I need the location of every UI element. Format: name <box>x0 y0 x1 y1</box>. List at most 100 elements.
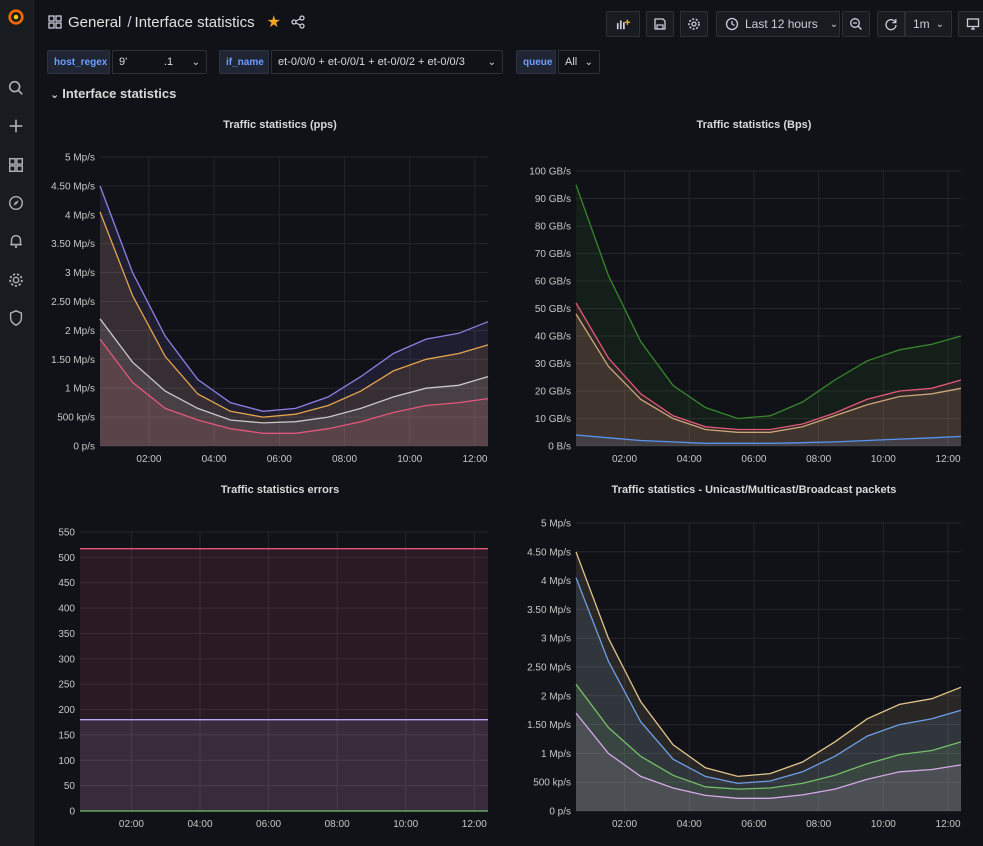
y-tick-label: 0 <box>69 807 75 818</box>
grafana-logo-icon[interactable] <box>5 6 27 28</box>
variable-select-if-name[interactable]: et-0/0/0 + et-0/0/1 + et-0/0/2 + et-0/0/… <box>271 50 503 74</box>
chart-bps[interactable]: 0 B/s 10 GB/s 20 GB/s 30 GB/s 40 GB/s 50 GB/s… <box>510 140 980 470</box>
y-tick-label: 2.50 Mp/s <box>527 663 571 674</box>
y-tick-label: 3 Mp/s <box>65 268 95 279</box>
y-tick-label: 1 Mp/s <box>65 384 95 395</box>
y-tick-label: 5 Mp/s <box>65 153 95 164</box>
add-panel-icon <box>616 19 630 30</box>
row-header[interactable]: ⌄ Interface statistics <box>50 86 176 101</box>
panel-title-bps[interactable]: Traffic statistics (Bps) <box>516 119 983 131</box>
y-tick-label: 4.50 Mp/s <box>527 547 571 558</box>
y-tick-label: 4.50 Mp/s <box>51 181 95 192</box>
y-tick-label: 60 GB/s <box>535 277 571 288</box>
y-tick-label: 40 GB/s <box>535 332 571 343</box>
chart-pps[interactable]: 0 p/s 500 kp/s 1 Mp/s 1.50 Mp/s 2 Mp/s 2.50 M… <box>36 140 496 470</box>
x-tick-label: 06:00 <box>741 454 766 465</box>
y-tick-label: 100 <box>58 756 75 767</box>
variable-label-if-name: if_name <box>219 50 269 74</box>
chevron-down-icon: ⌄ <box>829 18 839 30</box>
chevron-down-icon: ⌄ <box>584 56 593 68</box>
shield-icon[interactable] <box>5 307 27 329</box>
panel-title-errors[interactable]: Traffic statistics errors <box>34 484 526 496</box>
chevron-down-icon: ⌄ <box>935 18 945 30</box>
top-nav-bar: General / Interface statistics ★ Last 12… <box>34 0 983 48</box>
y-tick-label: 70 GB/s <box>535 249 571 260</box>
refresh-button[interactable] <box>877 11 905 37</box>
y-tick-label: 450 <box>58 578 75 589</box>
y-tick-label: 20 GB/s <box>535 387 571 398</box>
time-range-picker[interactable]: Last 12 hours ⌄ <box>716 11 840 37</box>
y-tick-label: 4 Mp/s <box>541 576 571 587</box>
save-icon <box>654 18 666 30</box>
y-tick-label: 1 Mp/s <box>541 749 571 760</box>
y-tick-label: 4 Mp/s <box>65 210 95 221</box>
settings-gear-icon[interactable] <box>5 269 27 291</box>
panel-title-packets[interactable]: Traffic statistics - Unicast/Multicast/B… <box>516 484 983 496</box>
y-tick-label: 250 <box>58 680 75 691</box>
y-tick-label: 2.50 Mp/s <box>51 297 95 308</box>
variable-value-host-regex: 9' .1 <box>119 56 174 68</box>
search-icon[interactable] <box>5 77 27 99</box>
x-tick-label: 06:00 <box>267 454 292 465</box>
x-tick-label: 12:00 <box>936 819 961 830</box>
y-tick-label: 0 p/s <box>549 807 571 818</box>
share-icon[interactable] <box>291 15 305 29</box>
y-tick-label: 400 <box>58 604 75 615</box>
clock-icon <box>725 17 739 31</box>
y-tick-label: 100 GB/s <box>529 167 571 178</box>
x-tick-label: 12:00 <box>462 819 487 830</box>
x-tick-label: 04:00 <box>187 819 212 830</box>
variable-select-host-regex[interactable]: 9' .1 ⌄ <box>112 50 207 74</box>
zoom-out-button[interactable] <box>842 11 870 37</box>
y-tick-label: 300 <box>58 654 75 665</box>
chart-packets[interactable]: 0 p/s 500 kp/s 1 Mp/s 1.50 Mp/s 2 Mp/s 2.50 M… <box>510 505 980 840</box>
dashboard-grid-icon <box>48 15 62 29</box>
x-tick-label: 10:00 <box>393 819 418 830</box>
star-icon[interactable]: ★ <box>267 12 281 32</box>
explore-icon[interactable] <box>5 192 27 214</box>
plus-icon[interactable] <box>5 115 27 137</box>
row-title: Interface statistics <box>62 86 177 101</box>
variable-value-queue: All <box>565 56 578 68</box>
sidebar <box>0 0 34 846</box>
variable-value-if-name: et-0/0/0 + et-0/0/1 + et-0/0/2 + et-0/0/… <box>278 56 465 68</box>
add-panel-button[interactable] <box>606 11 640 37</box>
dashboards-icon[interactable] <box>5 154 27 176</box>
x-tick-label: 08:00 <box>325 819 350 830</box>
y-tick-label: 50 GB/s <box>535 304 571 315</box>
x-tick-label: 06:00 <box>741 819 766 830</box>
page-title[interactable]: Interface statistics <box>135 14 255 31</box>
y-tick-label: 3.50 Mp/s <box>527 605 571 616</box>
variable-label-queue: queue <box>516 50 556 74</box>
chevron-down-icon: ⌄ <box>191 56 200 68</box>
variable-select-queue[interactable]: All ⌄ <box>558 50 600 74</box>
series-area <box>80 719 488 811</box>
save-dashboard-button[interactable] <box>646 11 674 37</box>
x-tick-label: 08:00 <box>332 454 357 465</box>
x-tick-label: 02:00 <box>136 454 161 465</box>
refresh-interval-picker[interactable]: 1m ⌄ <box>905 11 952 37</box>
breadcrumb: General / Interface statistics ★ <box>48 12 305 32</box>
y-tick-label: 550 <box>58 528 75 539</box>
y-tick-label: 200 <box>58 705 75 716</box>
y-tick-label: 1.50 Mp/s <box>527 720 571 731</box>
x-tick-label: 12:00 <box>936 454 961 465</box>
x-tick-label: 08:00 <box>806 454 831 465</box>
time-range-label: Last 12 hours <box>745 17 818 31</box>
y-tick-label: 3 Mp/s <box>541 634 571 645</box>
y-tick-label: 3.50 Mp/s <box>51 239 95 250</box>
y-tick-label: 90 GB/s <box>535 194 571 205</box>
breadcrumb-folder[interactable]: General <box>68 14 121 31</box>
y-tick-label: 2 Mp/s <box>541 691 571 702</box>
y-tick-label: 350 <box>58 629 75 640</box>
tv-mode-button[interactable] <box>958 11 983 37</box>
alert-bell-icon[interactable] <box>5 230 27 252</box>
x-tick-label: 08:00 <box>806 819 831 830</box>
dashboard-settings-button[interactable] <box>680 11 708 37</box>
x-tick-label: 02:00 <box>119 819 144 830</box>
y-tick-label: 0 B/s <box>548 442 571 453</box>
x-tick-label: 10:00 <box>871 819 896 830</box>
panel-title-pps[interactable]: Traffic statistics (pps) <box>34 119 526 131</box>
y-tick-label: 500 kp/s <box>57 413 95 424</box>
chart-errors[interactable]: 0 50 100 150 200 250 300 350 400 450 500 550 02:00 04… <box>36 505 496 840</box>
